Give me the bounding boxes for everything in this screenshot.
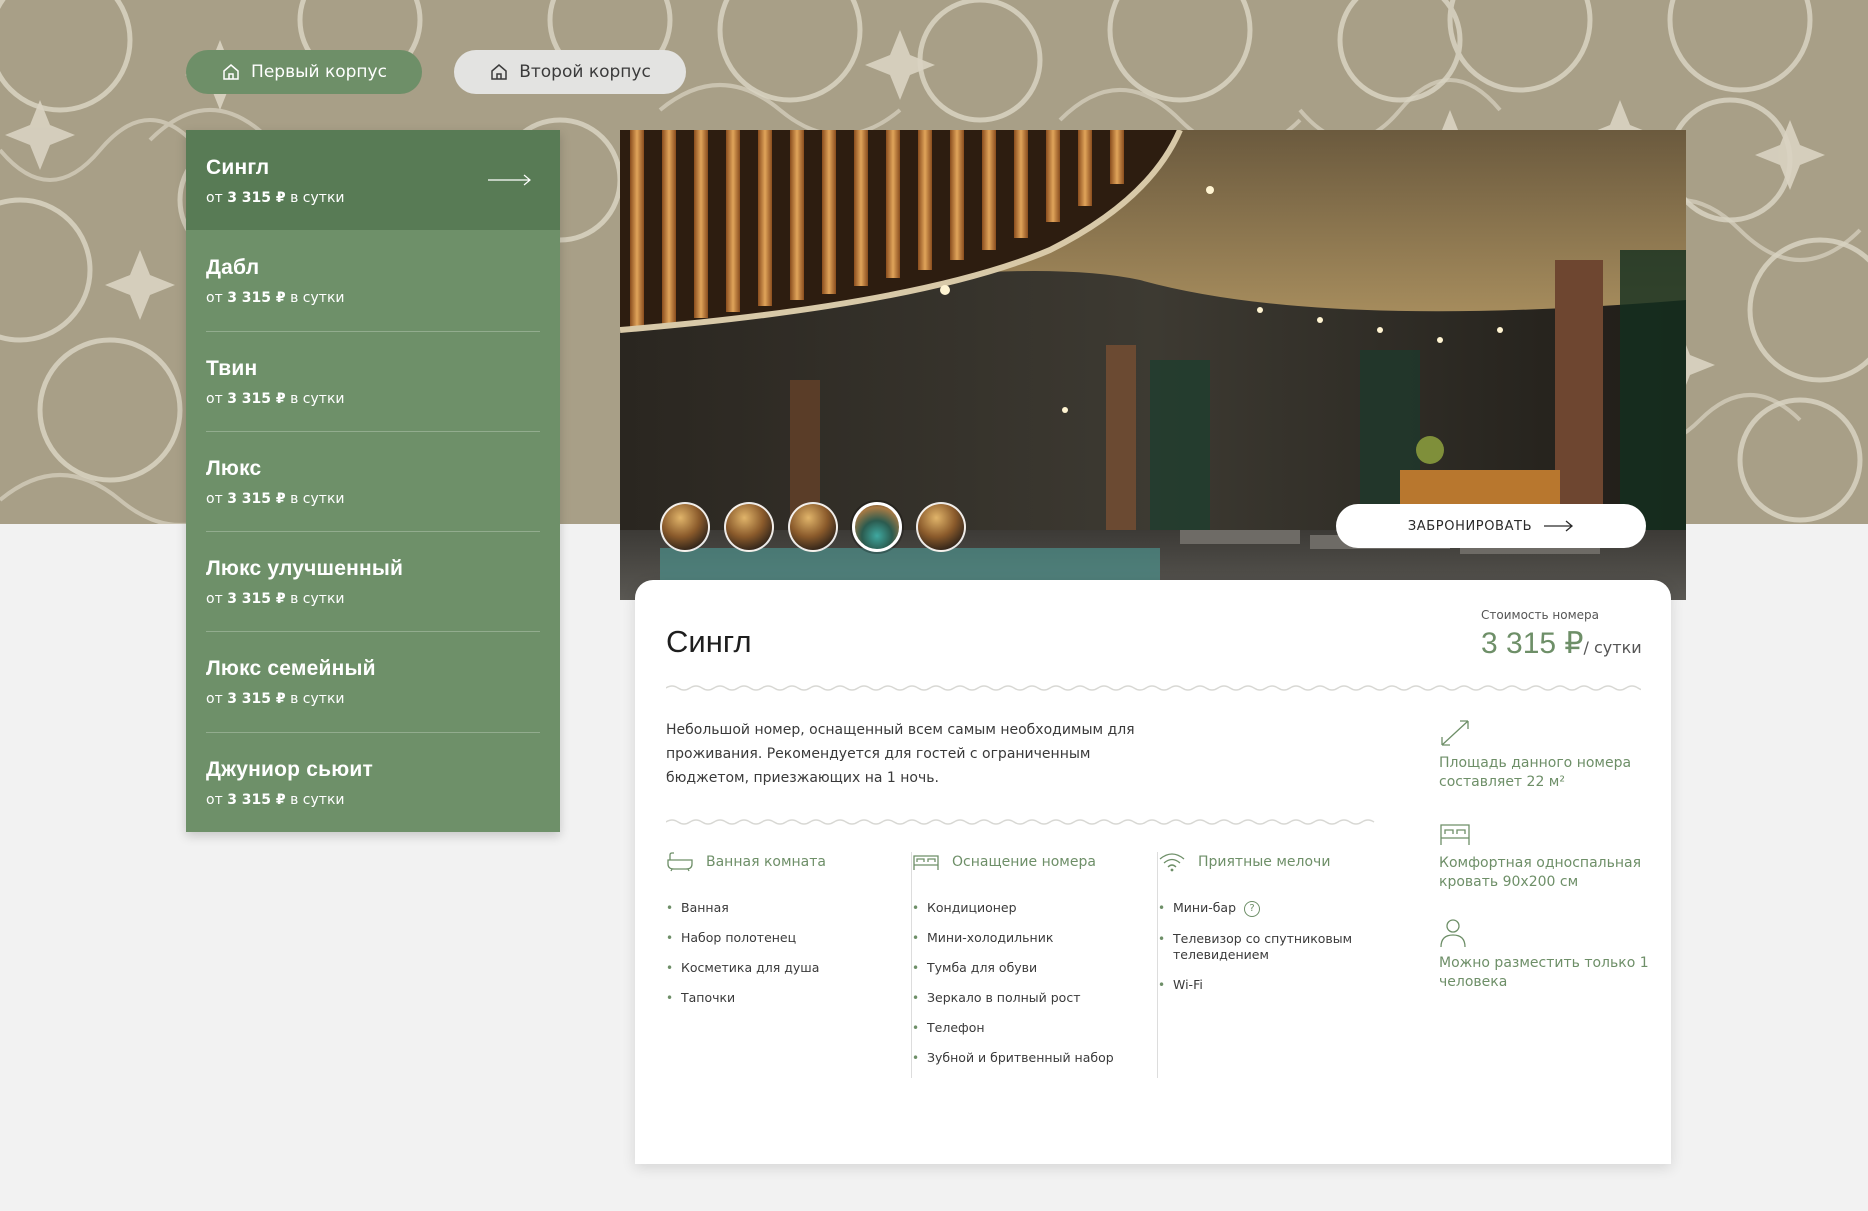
gallery-thumb[interactable] [660,502,710,552]
room-price: от 3 315 ₽ в сутки [206,390,345,407]
feature-text: Комфортная односпальная кровать 90x200 с… [1439,855,1641,890]
room-price: от 3 315 ₽ в сутки [206,791,345,808]
room-name: Твин [206,356,258,380]
room-item-single[interactable]: Сингл от 3 315 ₽ в сутки [186,130,560,231]
room-item-twin[interactable]: Твин от 3 315 ₽ в сутки [186,330,560,431]
price-value: 3 315 ₽/ сутки [1481,627,1642,660]
room-price: от 3 315 ₽ в сутки [206,591,345,608]
list-item: Тапочки [666,990,912,1006]
room-name: Люкс семейный [206,657,376,681]
room-price-box: Стоимость номера 3 315 ₽/ сутки [1481,608,1642,661]
room-price: от 3 315 ₽ в сутки [206,290,345,307]
price-label: Стоимость номера [1481,608,1599,622]
building-tabs: Первый корпус Второй корпус [186,50,686,94]
room-item-lux-improved[interactable]: Люкс улучшенный от 3 315 ₽ в сутки [186,531,560,631]
amenity-list: Мини-бар? Телевизор со спутниковым телев… [1158,900,1378,993]
area-expand-icon [1441,720,1469,746]
wifi-icon [1159,853,1185,872]
room-price: от 3 315 ₽ в сутки [206,490,345,507]
amenity-heading: Ванная комната [666,852,912,872]
tab-first-building[interactable]: Первый корпус [186,50,422,94]
home-icon [223,64,239,80]
person-icon [1440,919,1466,948]
tab-second-building[interactable]: Второй корпус [454,50,686,94]
list-item: Косметика для душа [666,960,912,976]
gallery-thumb[interactable] [916,502,966,552]
feature-area: Площадь данного номера составляет 22 м² [1439,718,1649,792]
bed-icon [913,855,939,870]
room-name: Люкс улучшенный [206,557,404,581]
room-item-lux-family[interactable]: Люкс семейный от 3 315 ₽ в сутки [186,631,560,731]
list-item: Wi-Fi [1158,977,1378,993]
wavy-divider [666,685,1641,691]
help-icon[interactable]: ? [1244,900,1261,917]
amenity-column-equipment: Оснащение номера Кондиционер Мини-холоди… [912,852,1158,1080]
tab-label: Первый корпус [251,62,387,82]
gallery-thumb-active[interactable] [852,502,902,552]
feature-bed: Комфортная односпальная кровать 90x200 с… [1439,818,1649,892]
room-info-card: Сингл Стоимость номера 3 315 ₽/ сутки Не… [635,580,1671,1164]
list-item: Мини-холодильник [912,930,1158,946]
room-name: Люкс [206,456,262,480]
home-icon [491,64,507,80]
amenity-column-extras: Приятные мелочи Мини-бар? Телевизор со с… [1158,852,1378,1007]
book-button[interactable]: ЗАБРОНИРОВАТЬ [1336,504,1646,548]
room-type-list: Сингл от 3 315 ₽ в сутки Дабл от 3 315 ₽… [186,130,560,833]
gallery-thumbnails [660,502,966,552]
list-item: Тумба для обуви [912,960,1158,976]
room-item-lux[interactable]: Люкс от 3 315 ₽ в сутки [186,430,560,531]
room-name: Джуниор сьюит [206,757,373,781]
list-item: Телевизор со спутниковым телевидением [1158,931,1378,963]
book-button-label: ЗАБРОНИРОВАТЬ [1407,518,1533,534]
list-item: Зеркало в полный рост [912,990,1158,1006]
tab-label: Второй корпус [519,62,651,82]
room-item-double[interactable]: Дабл от 3 315 ₽ в сутки [186,230,560,330]
arrow-right-icon [1544,520,1574,532]
list-item: Мини-бар? [1158,900,1378,917]
list-item: Набор полотенец [666,930,912,946]
bed-icon [1440,824,1470,845]
room-price: от 3 315 ₽ в сутки [206,190,345,206]
room-description: Небольшой номер, оснащенный всем самым н… [666,722,1135,786]
amenity-heading: Оснащение номера [912,852,1158,872]
amenity-list: Кондиционер Мини-холодильник Тумба для о… [912,900,1158,1066]
list-item: Зубной и бритвенный набор [912,1050,1158,1066]
list-item: Кондиционер [912,900,1158,916]
room-name: Дабл [206,256,260,280]
room-item-junior-suite[interactable]: Джуниор сьюит от 3 315 ₽ в сутки [186,731,560,832]
room-price: от 3 315 ₽ в сутки [206,691,345,708]
amenity-list: Ванная Набор полотенец Косметика для душ… [666,900,912,1006]
arrow-right-icon [488,174,531,186]
gallery-thumb[interactable] [724,502,774,552]
room-title: Сингл [666,624,752,659]
list-item: Ванная [666,900,912,916]
feature-text: Площадь данного номера составляет 22 м² [1439,755,1632,790]
wavy-divider [666,819,1375,825]
list-item: Телефон [912,1020,1158,1036]
feature-text: Можно разместить только 1 человека [1439,955,1649,990]
gallery-thumb[interactable] [788,502,838,552]
room-photo-gallery: ЗАБРОНИРОВАТЬ [620,130,1686,600]
amenity-column-bathroom: Ванная комната Ванная Набор полотенец Ко… [666,852,912,1078]
bathtub-icon [667,852,693,872]
amenity-heading: Приятные мелочи [1158,852,1378,872]
feature-occupancy: Можно разместить только 1 человека [1439,918,1649,992]
